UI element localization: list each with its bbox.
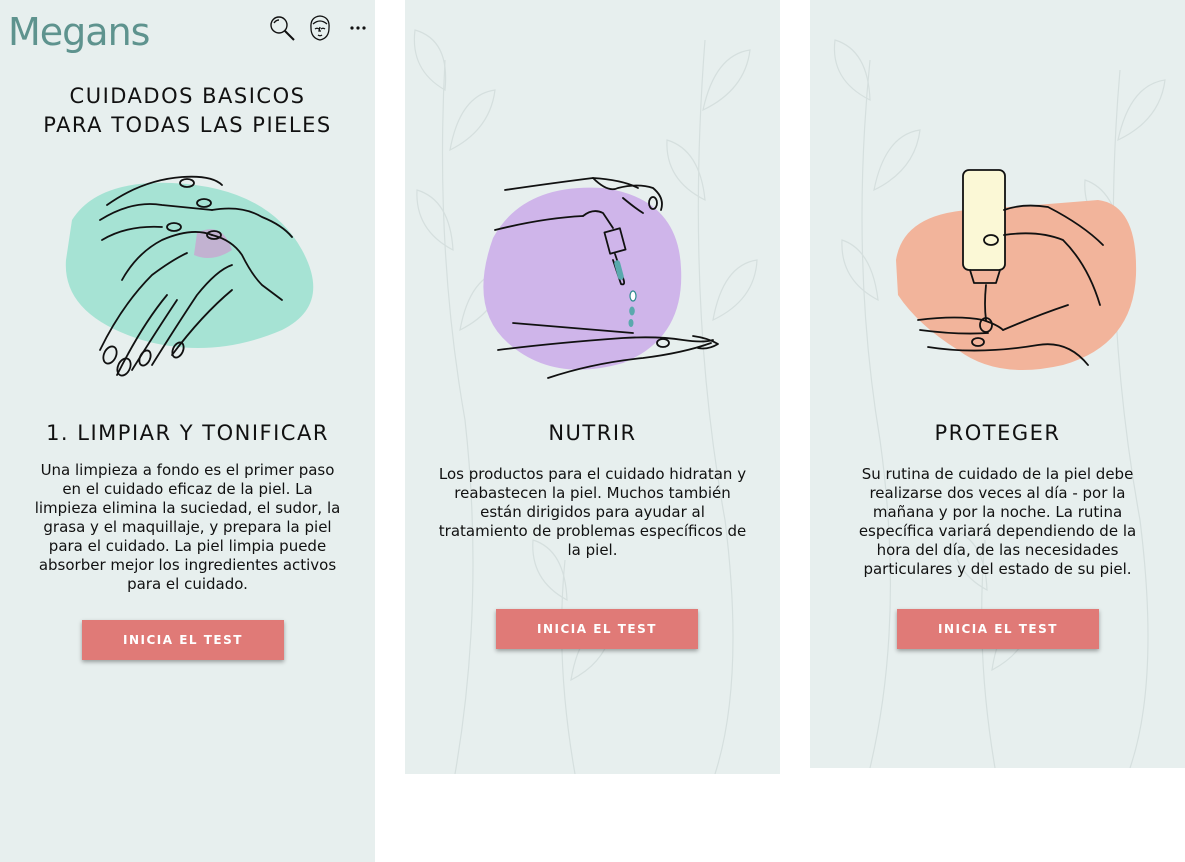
blob-nourish: [483, 187, 682, 370]
face-profile-icon[interactable]: [306, 14, 334, 42]
hands-cleansing-illustration: [65, 175, 314, 377]
logo: Megans: [8, 10, 150, 54]
section-description: Los productos para el cuidado hidratan y…: [438, 465, 747, 559]
screen-cleanse: Megans CUIDADOS BASICOS PARA TODAS LAS P…: [0, 0, 375, 862]
screen-protect: PROTEGER Su rutina de cuidado de la piel…: [810, 0, 1185, 768]
tube-hands-illustration: [896, 169, 1137, 370]
section-title: NUTRIR: [548, 421, 637, 445]
start-test-button[interactable]: INICIA EL TEST: [496, 609, 698, 649]
blob-protect: [896, 200, 1137, 370]
start-test-button[interactable]: INICIA EL TEST: [897, 609, 1099, 649]
leaf-pattern-background: [833, 39, 1166, 768]
section-title: 1. LIMPIAR Y TONIFICAR: [46, 421, 329, 445]
leaf-pattern-background: [413, 29, 758, 774]
section-description: Su rutina de cuidado de la piel debe rea…: [858, 465, 1137, 578]
page-title: CUIDADOS BASICOS PARA TODAS LAS PIELES: [43, 84, 332, 137]
section-description: Una limpieza a fondo es el primer paso e…: [34, 461, 341, 593]
section-title: PROTEGER: [934, 421, 1061, 445]
start-test-button[interactable]: INICIA EL TEST: [82, 620, 284, 660]
search-icon[interactable]: [268, 14, 296, 42]
more-icon[interactable]: [344, 14, 372, 42]
header-actions: [268, 14, 372, 42]
screen-nourish: NUTRIR Los productos para el cuidado hid…: [405, 0, 780, 774]
dropper-hands-illustration: [483, 177, 719, 379]
